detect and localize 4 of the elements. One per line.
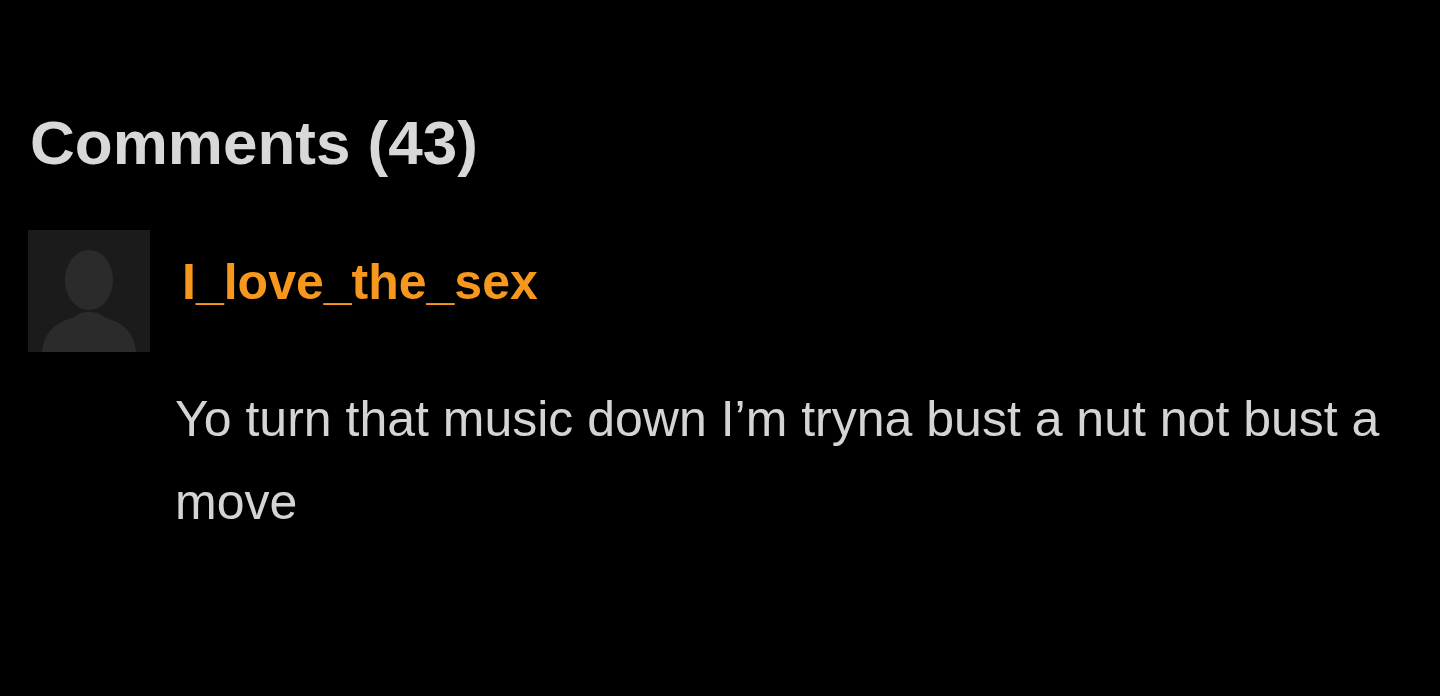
username-link[interactable]: I_love_the_sex bbox=[182, 253, 538, 311]
comments-heading: Comments (43) bbox=[30, 107, 479, 179]
avatar-icon[interactable] bbox=[28, 230, 150, 352]
comment-text: Yo turn that music down I’m tryna bust a nut not bust a move bbox=[175, 390, 1381, 532]
